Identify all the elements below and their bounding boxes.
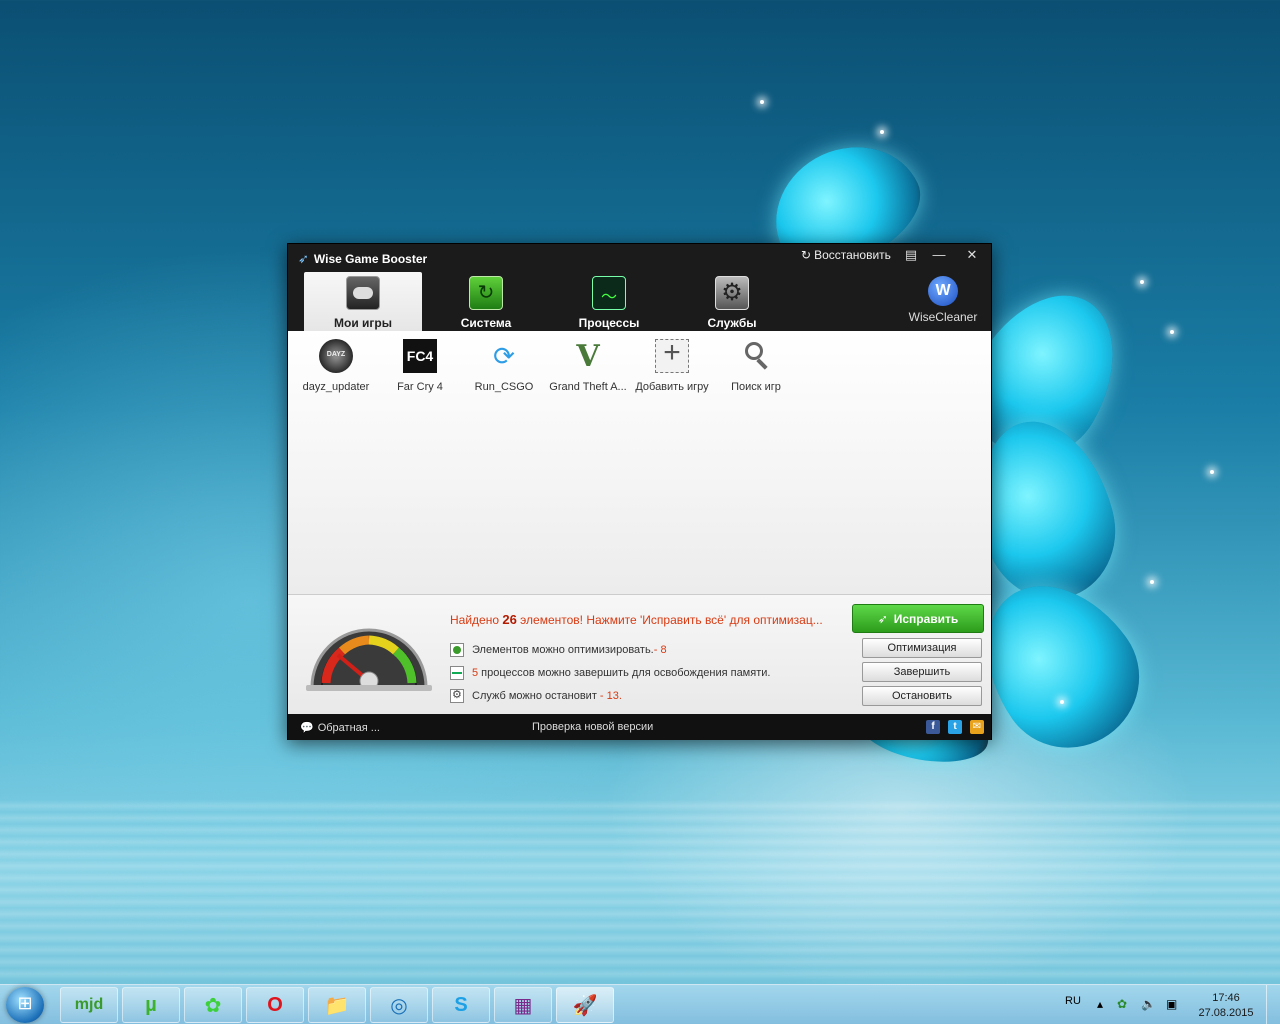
games-area: dayz_updater FC4 Far Cry 4 Run_CSGO Gran… (288, 331, 991, 594)
system-optimize-icon (469, 276, 503, 310)
csgo-icon (487, 339, 521, 373)
clock[interactable]: 17:46 27.08.2015 (1190, 991, 1262, 1021)
farcry4-icon: FC4 (403, 339, 437, 373)
tab-processes[interactable]: Процессы (550, 272, 668, 331)
speedometer-icon (306, 628, 432, 691)
add-game-icon (655, 336, 689, 373)
tab-label: Мои игры (334, 316, 392, 330)
dayz-icon (319, 339, 353, 373)
rocket-icon: ➶ (298, 251, 309, 266)
taskbar: mjd µ ✿ O 📁 ◎ S ▦ 🚀 RU ▴ ✿ 🔈 ▣ 17:46 27.… (0, 984, 1280, 1024)
taskbar-app-winrar[interactable]: ▦ (494, 987, 552, 1023)
game-item[interactable]: Run_CSGO (462, 339, 546, 393)
tray-shield-icon[interactable]: ✿ (1117, 997, 1127, 1011)
processes-row: 5 процессов можно завершить для освобожд… (450, 666, 770, 680)
status-bar: 💬 Обратная ... Проверка новой версии f t… (288, 714, 991, 740)
system-optimize-small-icon (450, 643, 464, 657)
services-row: Служб можно остановит - 13. (450, 688, 622, 703)
add-game-button[interactable]: Добавить игру (630, 336, 714, 393)
summary-headline: Найдено 26 элементов! Нажмите 'Исправить… (450, 612, 823, 627)
issues-count: 26 (502, 612, 517, 627)
restore-label: Восстановить (814, 248, 891, 262)
taskbar-app-skype[interactable]: S (432, 987, 490, 1023)
clock-date: 27.08.2015 (1198, 1007, 1254, 1019)
games-list: dayz_updater FC4 Far Cry 4 Run_CSGO Gran… (294, 336, 798, 393)
game-label: Run_CSGO (474, 381, 534, 393)
tab-system[interactable]: Система (427, 272, 545, 331)
optimize-items-row: Элементов можно оптимизировать.- 8 (450, 643, 667, 657)
facebook-icon[interactable]: f (926, 720, 940, 734)
game-item[interactable]: Grand Theft A... (546, 339, 630, 393)
tab-label: Система (460, 316, 512, 330)
main-tabs: Мои игры Система Процессы Службы W WiseC… (288, 272, 991, 331)
taskbar-app-utorrent[interactable]: µ (122, 987, 180, 1023)
wisecleaner-link[interactable]: W WiseCleaner (900, 276, 986, 324)
window-title-text: Wise Game Booster (313, 252, 428, 266)
game-label: dayz_updater (302, 381, 370, 393)
network-icon[interactable]: ▣ (1166, 997, 1177, 1011)
taskbar-app-mjd[interactable]: mjd (60, 987, 118, 1023)
gta-icon (571, 339, 605, 374)
feedback-link[interactable]: 💬 Обратная ... (300, 721, 380, 735)
speech-bubble-icon: 💬 (300, 722, 314, 734)
title-bar[interactable]: ➶ Wise Game Booster ↻ Восстановить ▤ — ✕ (288, 244, 991, 272)
search-games-button[interactable]: Поиск игр (714, 339, 798, 393)
terminate-button[interactable]: Завершить (862, 662, 982, 682)
services-small-icon (450, 688, 464, 703)
game-label: Поиск игр (731, 381, 781, 393)
game-label: Far Cry 4 (397, 381, 443, 393)
tab-my-games[interactable]: Мои игры (304, 272, 422, 331)
twitter-icon[interactable]: t (948, 720, 962, 734)
fix-all-button[interactable]: ➶ Исправить (852, 604, 984, 633)
tab-services[interactable]: Службы (673, 272, 791, 331)
refresh-icon: ↻ (801, 248, 812, 262)
language-indicator[interactable]: RU (1065, 995, 1081, 1007)
app-window: ➶ Wise Game Booster ↻ Восстановить ▤ — ✕… (287, 243, 992, 740)
game-label: Grand Theft A... (549, 381, 627, 393)
wisecleaner-label: WiseCleaner (908, 310, 978, 324)
game-label: Добавить игру (635, 381, 709, 393)
process-small-icon (450, 666, 464, 680)
start-button[interactable] (6, 987, 44, 1023)
fix-label: Исправить (893, 611, 959, 626)
minimize-button[interactable]: — (928, 246, 950, 264)
restore-link[interactable]: ↻ Восстановить (801, 248, 891, 262)
volume-icon[interactable]: 🔈 (1141, 997, 1156, 1011)
gamepad-icon (346, 276, 380, 310)
tab-label: Службы (707, 316, 757, 330)
taskbar-app-icq[interactable]: ✿ (184, 987, 242, 1023)
check-version-link[interactable]: Проверка новой версии (532, 721, 653, 733)
services-gear-icon (715, 276, 749, 310)
search-games-icon (739, 339, 773, 373)
process-monitor-icon (592, 276, 626, 310)
tray-expand-icon[interactable]: ▴ (1097, 997, 1103, 1011)
tab-label: Процессы (578, 316, 640, 330)
taskbar-app-media[interactable]: ◎ (370, 987, 428, 1023)
show-desktop-button[interactable] (1266, 985, 1280, 1024)
optimize-button[interactable]: Оптимизация (862, 638, 982, 658)
rocket-icon: ➶ (877, 611, 888, 626)
game-item[interactable]: FC4 Far Cry 4 (378, 339, 462, 393)
optimization-panel: Найдено 26 элементов! Нажмите 'Исправить… (288, 594, 991, 714)
game-item[interactable]: dayz_updater (294, 339, 378, 393)
window-menu-button[interactable]: ▤ (900, 246, 922, 264)
stop-button[interactable]: Остановить (862, 686, 982, 706)
taskbar-app-explorer[interactable]: 📁 (308, 987, 366, 1023)
clock-time: 17:46 (1212, 992, 1240, 1004)
mail-icon[interactable]: ✉ (970, 720, 984, 734)
taskbar-app-wise-game-booster[interactable]: 🚀 (556, 987, 614, 1023)
water-reflection (0, 800, 1280, 980)
wisecleaner-logo-icon: W (928, 276, 958, 306)
close-button[interactable]: ✕ (961, 246, 983, 264)
taskbar-app-opera[interactable]: O (246, 987, 304, 1023)
window-title: ➶ Wise Game Booster (298, 251, 427, 267)
